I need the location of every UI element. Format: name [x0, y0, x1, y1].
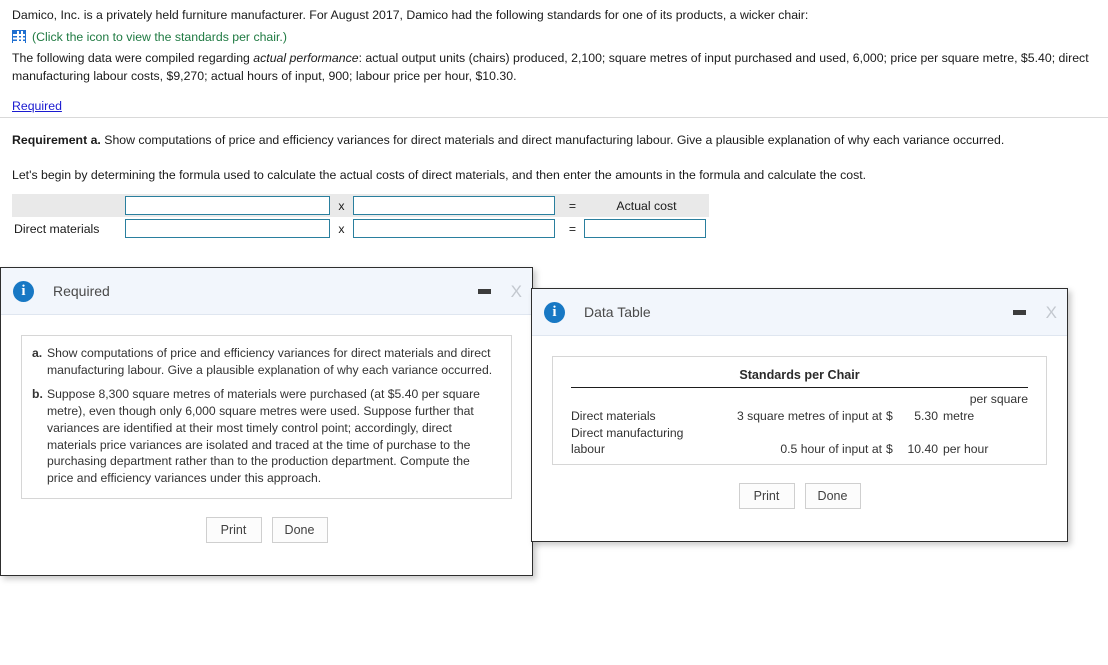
row-amount-direct-labour: 10.40: [907, 442, 939, 457]
formula-header-input2[interactable]: [353, 196, 555, 215]
required-items-box: a. Show computations of price and effici…: [21, 335, 512, 499]
row-currency-direct-labour: $: [886, 442, 893, 457]
data-table-dialog-footer: Print Done: [532, 465, 1067, 527]
standards-table-title: Standards per Chair: [571, 365, 1028, 388]
actual-performance-paragraph: The following data were compiled regardi…: [12, 50, 1098, 86]
formula-header-row: x = Actual cost: [12, 194, 709, 217]
row-label-direct-labour-line1: Direct manufacturing: [571, 425, 684, 440]
formula-header-input1[interactable]: [125, 196, 330, 215]
data-table-dialog-body: Standards per Chair per square Direct ma…: [532, 336, 1067, 466]
done-button[interactable]: Done: [271, 516, 328, 543]
formula-row-input1-cell: [125, 217, 330, 240]
required-item-text: Suppose 8,300 square metres of materials…: [47, 387, 480, 485]
required-link[interactable]: Required: [12, 99, 62, 113]
row-amount-direct-materials: 5.30: [914, 408, 938, 423]
required-dialog-header: i Required X: [1, 268, 532, 315]
materials-unit-line1: per square: [969, 392, 1028, 406]
row-quantity-direct-labour: 0.5 hour of input at: [780, 442, 882, 457]
minimize-icon[interactable]: [1012, 309, 1026, 315]
page-root: Damico, Inc. is a privately held furnitu…: [0, 0, 1108, 665]
row-quantity-direct-materials: 3 square metres of input at: [737, 408, 882, 423]
icon-caption: (Click the icon to view the standards pe…: [32, 29, 287, 44]
actual-perf-italic: actual performance: [253, 50, 359, 65]
row-label-direct-labour-line2: labour: [571, 442, 605, 457]
data-table-dialog-controls: X: [1012, 304, 1057, 321]
info-icon: i: [544, 301, 565, 323]
formula-row-result-cell: [584, 217, 709, 240]
table-row: labour 0.5 hour of input at $ 10.40 per …: [571, 441, 1028, 458]
row-label-direct-materials: Direct materials: [571, 408, 656, 423]
table-row: Direct materials 3 square metres of inpu…: [571, 408, 1028, 425]
print-button[interactable]: Print: [205, 516, 262, 543]
required-item-text: Show computations of price and efficienc…: [47, 346, 493, 377]
required-dialog-body: a. Show computations of price and effici…: [1, 315, 532, 499]
standards-icon-line[interactable]: (Click the icon to view the standards pe…: [12, 30, 1098, 44]
data-table-dialog-header: i Data Table X: [532, 289, 1067, 336]
print-button[interactable]: Print: [738, 483, 795, 510]
formula-row-multiply: x: [338, 221, 345, 236]
direct-materials-price-input[interactable]: [353, 219, 555, 238]
labour-unit: per hour: [943, 442, 989, 457]
intro-paragraph: Damico, Inc. is a privately held furnitu…: [12, 8, 809, 22]
data-table-dialog: i Data Table X Standards per Chair per s…: [531, 288, 1068, 542]
minimize-icon[interactable]: [477, 288, 491, 294]
formula-header-input1-cell: [125, 194, 330, 217]
done-button[interactable]: Done: [804, 483, 861, 510]
formula-header-input2-cell: [353, 194, 561, 217]
standards-table-rows: per square Direct materials 3 square met…: [553, 388, 1046, 458]
actual-cost-label: Actual cost: [616, 198, 677, 213]
row-currency-direct-materials: $: [886, 408, 893, 423]
required-item-marker: b.: [32, 387, 43, 402]
formula-row-label: Direct materials: [14, 221, 100, 236]
formula-row-input2-cell: [353, 217, 561, 240]
formula-header-label: [12, 194, 125, 217]
actual-perf-lead: The following data were compiled regardi…: [12, 50, 254, 65]
standards-table: Standards per Chair per square Direct ma…: [552, 356, 1047, 466]
section-divider: [0, 117, 1108, 118]
formula-header-multiply: x: [330, 194, 353, 217]
data-table-dialog-title: Data Table: [584, 304, 651, 320]
materials-unit-line2: metre: [943, 408, 975, 423]
requirement-a-line: Requirement a. Show computations of pric…: [12, 132, 1102, 149]
required-dialog-controls: X: [477, 283, 522, 300]
info-icon: i: [13, 280, 34, 302]
required-dialog-title: Required: [53, 283, 110, 299]
formula-data-row: Direct materials x =: [12, 217, 709, 240]
formula-header-equals: =: [561, 194, 584, 217]
required-item: a. Show computations of price and effici…: [32, 345, 499, 378]
formula-row-equals: =: [568, 221, 577, 236]
problem-statement: Damico, Inc. is a privately held furnitu…: [0, 0, 1108, 115]
table-row-label-continuation: Direct manufacturing: [571, 425, 1028, 442]
direct-materials-quantity-input[interactable]: [125, 219, 330, 238]
close-icon[interactable]: X: [1046, 304, 1057, 321]
required-item: b. Suppose 8,300 square metres of materi…: [32, 386, 499, 486]
direct-materials-actual-cost-input[interactable]: [584, 219, 706, 238]
requirement-section: Requirement a. Show computations of pric…: [12, 132, 1102, 202]
close-icon[interactable]: X: [511, 283, 522, 300]
standards-unit-top-line: per square: [571, 391, 1028, 408]
formula-header-result: Actual cost: [584, 194, 709, 217]
required-dialog: i Required X a. Show computations of pri…: [0, 267, 533, 576]
table-grid-icon[interactable]: [12, 30, 26, 44]
formula-table: x = Actual cost Direct materials x =: [12, 194, 709, 240]
required-item-marker: a.: [32, 346, 43, 360]
requirement-a-label: Requirement a.: [12, 133, 101, 147]
required-dialog-footer: Print Done: [1, 499, 532, 561]
requirement-a-text: Show computations of price and efficienc…: [100, 133, 1005, 147]
requirement-instruction: Let's begin by determining the formula u…: [12, 168, 867, 183]
